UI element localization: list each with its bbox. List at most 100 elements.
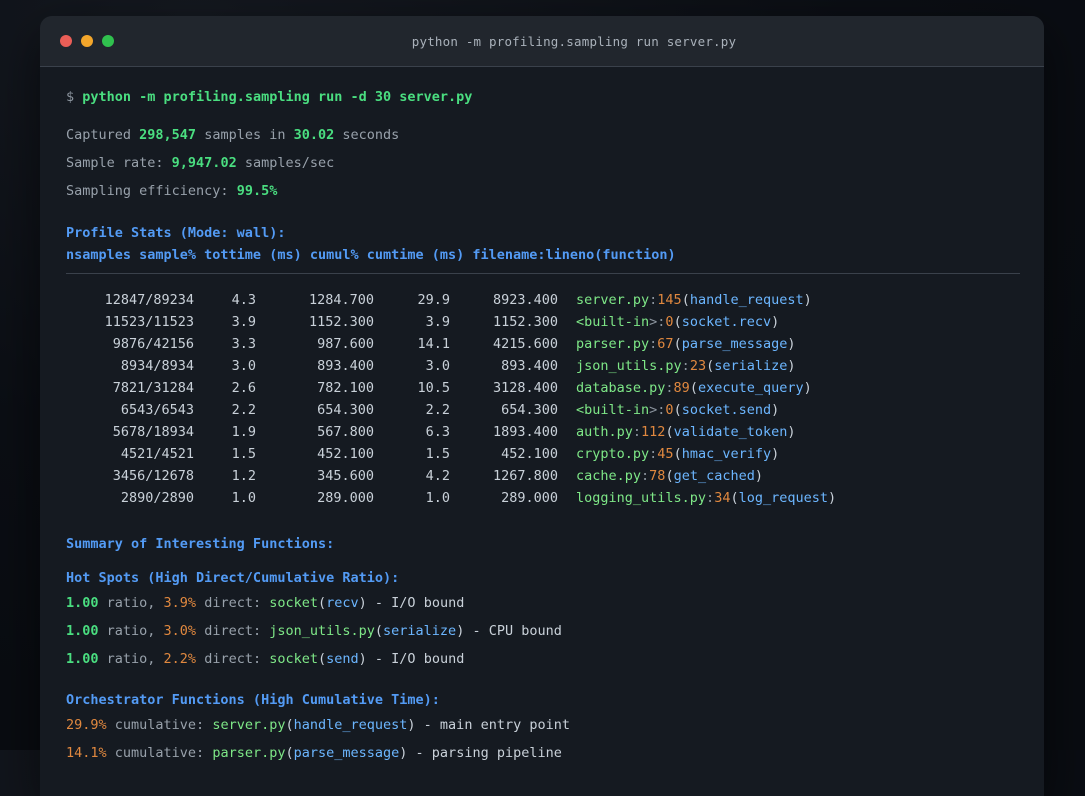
close-paren: ): [771, 446, 780, 462]
line-number: 145: [657, 292, 682, 308]
bound-note: - CPU bound: [464, 623, 562, 639]
minimize-button[interactable]: [81, 35, 93, 47]
function-name: hmac_verify: [681, 446, 772, 462]
open-paren: (: [285, 745, 294, 761]
filename: database.py: [576, 380, 666, 396]
filename: json_utils.py: [576, 358, 682, 374]
cumul-pct-cell: 6.3: [425, 424, 450, 440]
filename-separator: :: [632, 424, 642, 440]
cumtime-cell: 8923.400: [492, 292, 558, 308]
nsamples-cell: 3456/12678: [112, 468, 194, 484]
cumulative-pct: 29.9%: [66, 717, 107, 733]
efficiency-label: Sampling efficiency:: [66, 183, 237, 199]
cumul-pct-cell: 1.0: [425, 490, 450, 506]
function-name: handle_request: [293, 717, 408, 733]
table-row: 9876/42156 3.3 987.600 14.1 4215.600 parser.p…: [66, 333, 1020, 355]
table-row: 12847/89234 4.3 1284.700 29.9 8923.400 server…: [66, 289, 1020, 311]
direct-label: direct:: [196, 651, 270, 667]
table-row: 2890/2890 1.0 289.000 1.0 289.000 logging_uti…: [66, 487, 1020, 509]
ratio-value: 1.00: [66, 623, 99, 639]
direct-label: direct:: [196, 623, 270, 639]
orchestrator-line: 14.1% cumulative: parser.py(parse_messag…: [66, 742, 1020, 764]
tottime-cell: 345.600: [317, 468, 374, 484]
sample-pct-cell: 3.3: [231, 336, 256, 352]
filename-separator: :: [706, 490, 715, 506]
close-paren: ): [771, 314, 780, 330]
cumtime-cell: 893.400: [501, 358, 558, 374]
close-button[interactable]: [60, 35, 72, 47]
filename: parser.py: [212, 745, 286, 761]
open-paren: (: [681, 292, 690, 308]
function-name: validate_token: [673, 424, 788, 440]
sample-rate-line: Sample rate: 9,947.02 samples/sec: [66, 152, 1020, 174]
terminal-output[interactable]: $ python -m profiling.sampling run -d 30…: [40, 67, 1044, 764]
sample-pct-cell: 1.5: [231, 446, 256, 462]
function-name: serialize: [383, 623, 457, 639]
open-paren: (: [374, 623, 384, 639]
cumul-pct-cell: 10.5: [417, 380, 450, 396]
function-name: socket.recv: [681, 314, 772, 330]
function-name: parse_message: [681, 336, 788, 352]
function-name: get_cached: [673, 468, 755, 484]
bound-note: - I/O bound: [366, 651, 465, 667]
close-paren: ): [828, 490, 837, 506]
sample-rate-label: Sample rate:: [66, 155, 172, 171]
sample-pct-cell: 4.3: [231, 292, 256, 308]
captured-label: Captured: [66, 127, 140, 143]
cumtime-cell: 1893.400: [492, 424, 558, 440]
filename-separator: :: [681, 358, 690, 374]
role-note: - main entry point: [415, 717, 570, 733]
tottime-cell: 654.300: [317, 402, 374, 418]
tottime-cell: 1152.300: [308, 314, 374, 330]
close-paren: ): [803, 380, 812, 396]
window-titlebar: python -m profiling.sampling run server.…: [40, 16, 1044, 67]
ratio-value: 1.00: [66, 595, 99, 611]
profile-table: 12847/89234 4.3 1284.700 29.9 8923.400 server…: [66, 289, 1020, 509]
direct-pct: 3.0%: [163, 623, 197, 639]
sample-pct-cell: 2.6: [231, 380, 256, 396]
command-line: $ python -m profiling.sampling run -d 30…: [66, 86, 1020, 108]
filename-separator: :: [641, 468, 650, 484]
summary-heading: Summary of Interesting Functions:: [66, 536, 335, 552]
open-paren: (: [665, 424, 674, 440]
filename: <built-in: [576, 402, 650, 418]
open-paren: (: [285, 717, 294, 733]
zoom-button[interactable]: [102, 35, 114, 47]
table-row: 11523/11523 3.9 1152.300 3.9 1152.300 <built-…: [66, 311, 1020, 333]
orchestrator-line: 29.9% cumulative: server.py(handle_reque…: [66, 714, 1020, 736]
close-paren: ): [407, 717, 416, 733]
function-name: recv: [326, 595, 359, 611]
function-name: execute_query: [697, 380, 804, 396]
sample-pct-cell: 3.9: [231, 314, 256, 330]
table-row: 8934/8934 3.0 893.400 3.0 893.400 json_utils.…: [66, 355, 1020, 377]
target-name: socket: [269, 595, 318, 611]
filename: logging_utils.py: [576, 490, 707, 506]
tottime-cell: 567.800: [317, 424, 374, 440]
filename: auth.py: [576, 424, 633, 440]
filename-separator: >:: [649, 402, 666, 418]
open-paren: (: [318, 595, 327, 611]
tottime-cell: 1284.700: [308, 292, 374, 308]
filename-separator: >:: [649, 314, 666, 330]
captured-stat-line: Captured 298,547 samples in 30.02 second…: [66, 124, 1020, 146]
filename: parser.py: [576, 336, 650, 352]
nsamples-cell: 2890/2890: [120, 490, 194, 506]
cumtime-cell: 3128.400: [492, 380, 558, 396]
sample-pct-cell: 1.2: [231, 468, 256, 484]
hot-spots-list: 1.00 ratio, 3.9% direct: socket(recv) - …: [66, 592, 1020, 670]
function-name: log_request: [738, 490, 828, 506]
cumulative-label: cumulative:: [106, 745, 213, 761]
open-paren: (: [665, 468, 674, 484]
filename: server.py: [212, 717, 286, 733]
open-paren: (: [706, 358, 715, 374]
bound-note: - I/O bound: [366, 595, 465, 611]
hot-spots-heading: Hot Spots (High Direct/Cumulative Ratio)…: [66, 570, 400, 586]
function-name: handle_request: [689, 292, 804, 308]
cumtime-cell: 4215.600: [492, 336, 558, 352]
sample-pct-cell: 2.2: [231, 402, 256, 418]
hot-spot-line: 1.00 ratio, 3.0% direct: json_utils.py(s…: [66, 620, 1020, 642]
sample-pct-cell: 1.0: [231, 490, 256, 506]
cumul-pct-cell: 1.5: [425, 446, 450, 462]
nsamples-cell: 4521/4521: [120, 446, 194, 462]
close-paren: ): [358, 595, 367, 611]
